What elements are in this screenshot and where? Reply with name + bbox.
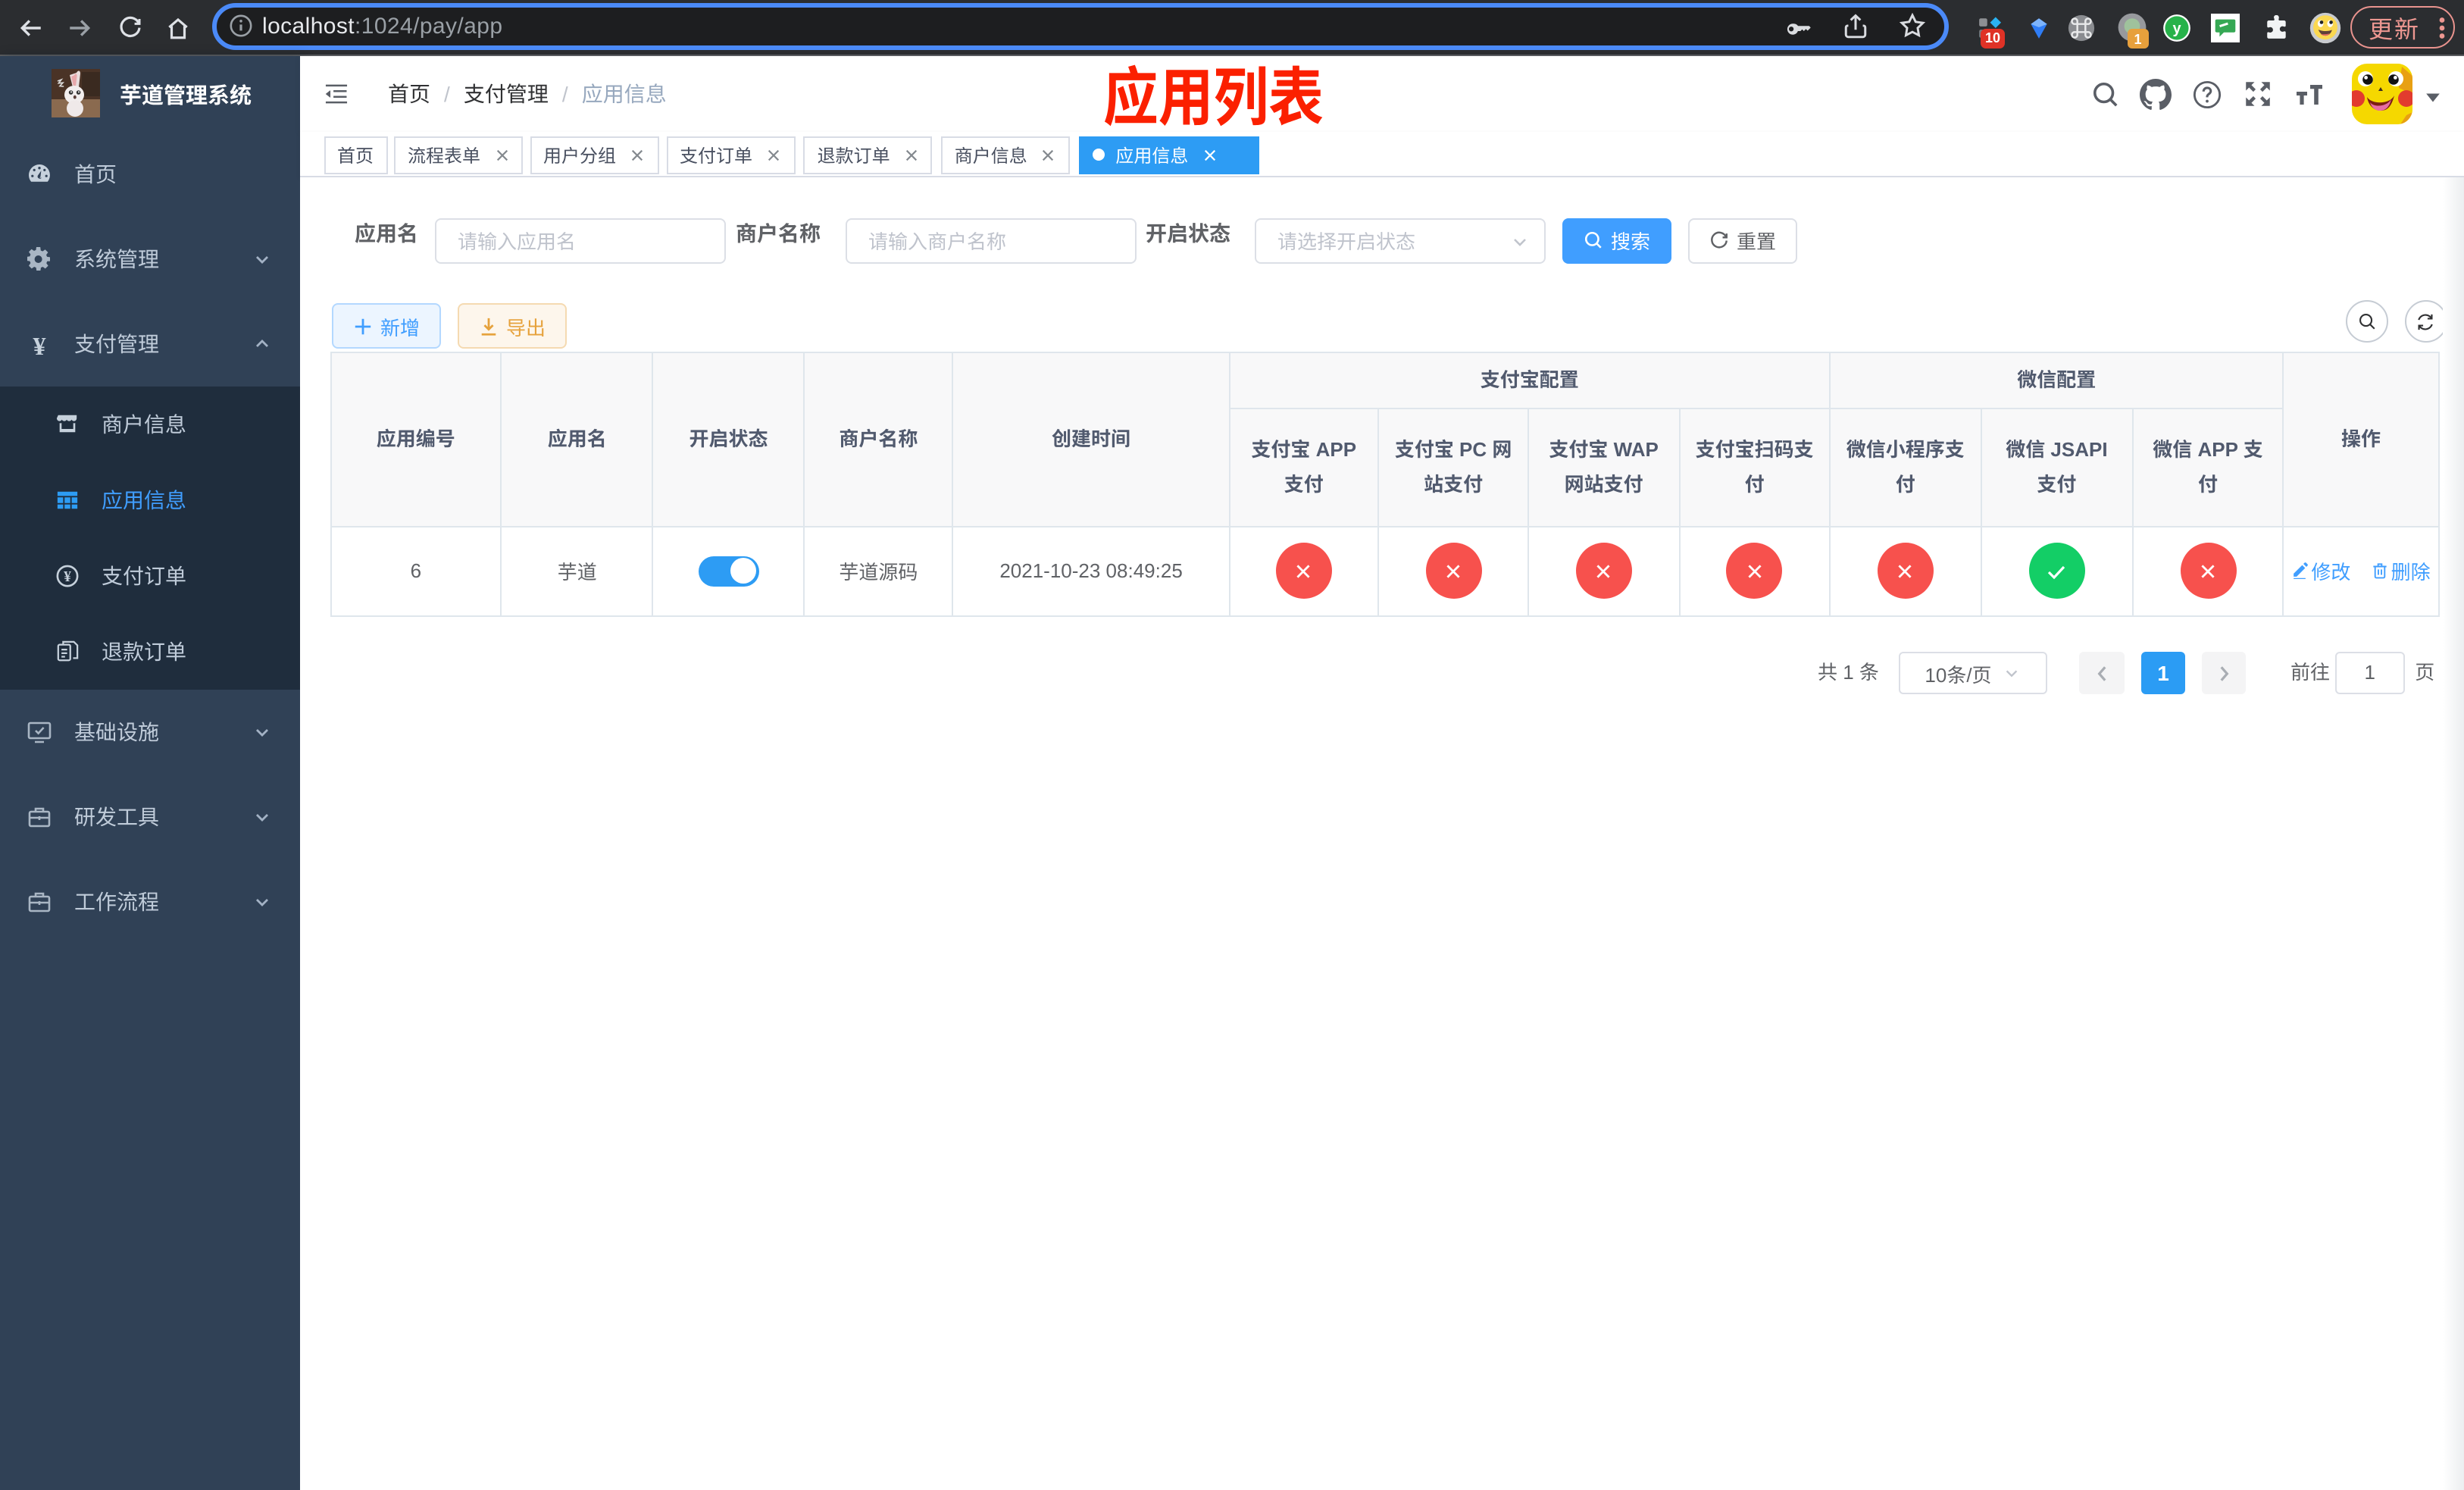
svg-text:¥: ¥: [64, 563, 71, 585]
svg-text:y: y: [2172, 20, 2180, 36]
